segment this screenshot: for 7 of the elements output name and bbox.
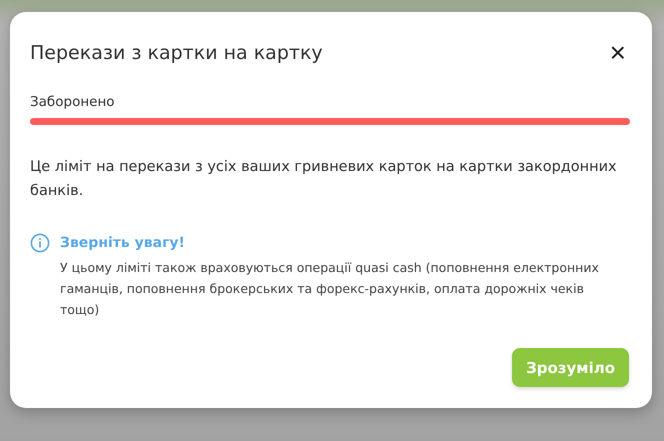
notice-title: Зверніть увагу!	[60, 234, 186, 253]
notice-text: У цьому ліміті також враховуються операції quasi cash (поповнення електронних гаманців, поповнення брокерських та форекс-рахунків, оплата дорожніх чеків тощо)	[60, 259, 600, 319]
description-text: Це ліміт на перекази з усіх ваших гривневих карток на картки закордонних банків.	[30, 158, 618, 201]
limit-label: Заборонено	[30, 94, 116, 110]
info-icon	[30, 233, 50, 253]
dialog-title: Перекази з картки на картку	[30, 42, 323, 64]
close-button[interactable]: ×	[606, 39, 630, 67]
